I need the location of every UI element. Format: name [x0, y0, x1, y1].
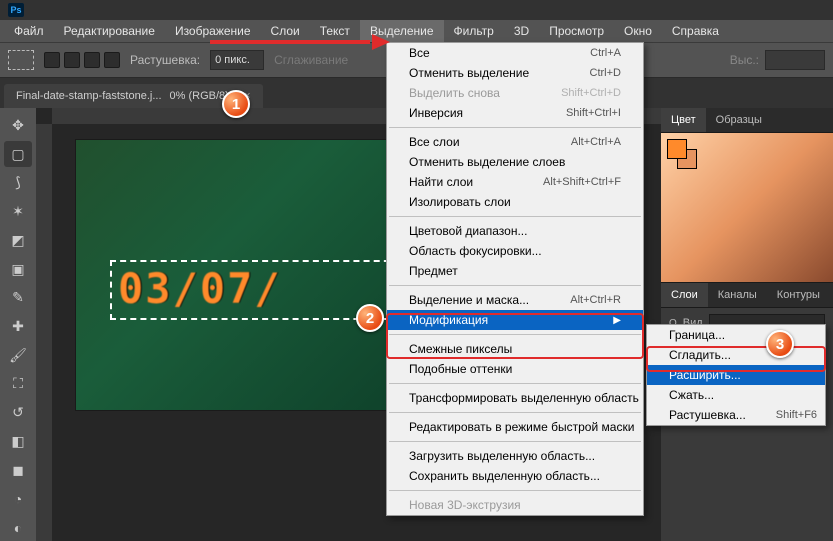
tab-layers[interactable]: Слои: [661, 283, 708, 307]
menu-item[interactable]: Растушевка...Shift+F6: [647, 405, 825, 425]
menu-item[interactable]: Предмет: [387, 261, 643, 281]
menu-item[interactable]: Изолировать слои: [387, 192, 643, 212]
selection-mode-buttons[interactable]: [44, 52, 120, 68]
menu-изображение[interactable]: Изображение: [165, 20, 261, 42]
annotation-badge-1: 1: [222, 90, 250, 118]
menu-выделение[interactable]: Выделение: [360, 20, 444, 42]
menu-item[interactable]: Трансформировать выделенную область: [387, 388, 643, 408]
eraser-tool[interactable]: ◧: [4, 428, 32, 455]
menu-item[interactable]: Цветовой диапазон...: [387, 221, 643, 241]
frame-tool[interactable]: ▣: [4, 256, 32, 283]
feather-label: Растушевка:: [130, 53, 200, 67]
lasso-tool[interactable]: ⟆: [4, 169, 32, 196]
gradient-tool[interactable]: ◼: [4, 457, 32, 484]
menubar: ФайлРедактированиеИзображениеСлоиТекстВы…: [0, 20, 833, 42]
select-menu-dropdown: ВсеCtrl+AОтменить выделениеCtrl+DВыделит…: [386, 42, 644, 516]
wand-tool[interactable]: ✶: [4, 198, 32, 225]
dodge-tool[interactable]: ◐: [4, 514, 32, 541]
menu-item[interactable]: Все слоиAlt+Ctrl+A: [387, 132, 643, 152]
menu-item[interactable]: Редактировать в режиме быстрой маски: [387, 417, 643, 437]
modify-submenu: Граница...Сгладить...Расширить...Сжать..…: [646, 324, 826, 426]
height-label: Выс.:: [730, 53, 759, 67]
menu-item[interactable]: ВсеCtrl+A: [387, 43, 643, 63]
menu-item[interactable]: Область фокусировки...: [387, 241, 643, 261]
menu-item[interactable]: Отменить выделение слоев: [387, 152, 643, 172]
menu-слои[interactable]: Слои: [261, 20, 310, 42]
menu-редактирование[interactable]: Редактирование: [54, 20, 165, 42]
stamp-tool[interactable]: ⛶: [4, 371, 32, 398]
date-stamp-text: 03/07/: [118, 264, 282, 313]
crop-tool[interactable]: ◩: [4, 227, 32, 254]
move-tool[interactable]: ✥: [4, 112, 32, 139]
tab-title: Final-date-stamp-faststone.j...: [16, 90, 162, 102]
menu-item[interactable]: Граница...: [647, 325, 825, 345]
menu-item[interactable]: Отменить выделениеCtrl+D: [387, 63, 643, 83]
tab-channels[interactable]: Каналы: [708, 283, 767, 307]
antialias-label: Сглаживание: [274, 53, 348, 67]
height-input[interactable]: [765, 50, 825, 70]
menu-3d[interactable]: 3D: [504, 20, 539, 42]
menu-просмотр[interactable]: Просмотр: [539, 20, 614, 42]
menu-файл[interactable]: Файл: [4, 20, 54, 42]
menu-окно[interactable]: Окно: [614, 20, 662, 42]
annotation-badge-3: 3: [766, 330, 794, 358]
menu-item[interactable]: Смежные пикселы: [387, 339, 643, 359]
ps-logo: Ps: [8, 3, 24, 17]
brush-tool[interactable]: 🖌: [4, 342, 32, 369]
color-picker[interactable]: [661, 133, 833, 283]
history-brush-tool[interactable]: ↺: [4, 399, 32, 426]
ruler-vertical: [36, 124, 52, 541]
marquee-icon[interactable]: [8, 50, 34, 70]
canvas[interactable]: 03/07/: [76, 140, 436, 410]
eyedropper-tool[interactable]: ✎: [4, 284, 32, 311]
tab-swatches[interactable]: Образцы: [706, 108, 772, 132]
menu-item[interactable]: Выделение и маска...Alt+Ctrl+R: [387, 290, 643, 310]
foreground-swatch[interactable]: [667, 139, 687, 159]
menu-item[interactable]: Сохранить выделенную область...: [387, 466, 643, 486]
menu-item[interactable]: Сжать...: [647, 385, 825, 405]
blur-tool[interactable]: ◔: [4, 486, 32, 513]
menu-справка[interactable]: Справка: [662, 20, 729, 42]
menu-item[interactable]: Расширить...: [647, 365, 825, 385]
tab-color[interactable]: Цвет: [661, 108, 706, 132]
menu-фильтр[interactable]: Фильтр: [444, 20, 504, 42]
menu-item[interactable]: Загрузить выделенную область...: [387, 446, 643, 466]
heal-tool[interactable]: ✚: [4, 313, 32, 340]
layers-panel-tabs: Слои Каналы Контуры: [661, 283, 833, 308]
menu-item[interactable]: Найти слоиAlt+Shift+Ctrl+F: [387, 172, 643, 192]
marquee-tool[interactable]: ▢: [4, 141, 32, 168]
menu-item: Выделить сноваShift+Ctrl+D: [387, 83, 643, 103]
color-panel-tabs: Цвет Образцы: [661, 108, 833, 133]
tab-paths[interactable]: Контуры: [767, 283, 830, 307]
menu-текст[interactable]: Текст: [310, 20, 360, 42]
menu-item[interactable]: ИнверсияShift+Ctrl+I: [387, 103, 643, 123]
menu-item[interactable]: Сгладить...: [647, 345, 825, 365]
tools-panel: ✥ ▢ ⟆ ✶ ◩ ▣ ✎ ✚ 🖌 ⛶ ↺ ◧ ◼ ◔ ◐: [0, 108, 36, 541]
menu-item[interactable]: Подобные оттенки: [387, 359, 643, 379]
menu-item: Новая 3D-экструзия: [387, 495, 643, 515]
menu-item[interactable]: Модификация▶: [387, 310, 643, 330]
feather-input[interactable]: [210, 50, 264, 70]
annotation-badge-2: 2: [356, 304, 384, 332]
